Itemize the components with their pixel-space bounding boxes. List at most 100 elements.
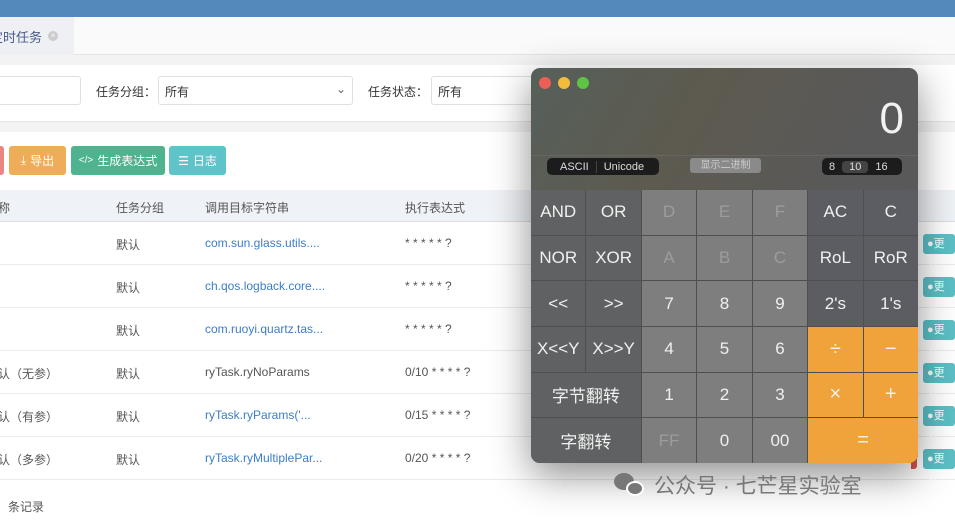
zoom-window-button[interactable] <box>577 77 589 89</box>
key-6[interactable]: C <box>863 190 918 235</box>
watermark: 公众号 · 七芒星实验室 <box>614 470 862 500</box>
close-window-button[interactable] <box>539 77 551 89</box>
unicode-option[interactable]: Unicode <box>595 160 651 173</box>
log-button[interactable]: ☰ 日志 <box>169 146 226 175</box>
th-cron: 执行表达式 <box>405 201 466 215</box>
cell-target[interactable]: ryTask.ryMultiplePar... <box>205 451 322 465</box>
cell-group: 默认 <box>116 281 141 295</box>
more-button[interactable]: ●更多 <box>923 449 955 485</box>
group-label: 任务分组： <box>96 85 157 99</box>
cell-target[interactable]: com.ruoyi.quartz.tas... <box>205 322 323 336</box>
key-1[interactable]: OR <box>586 190 641 235</box>
cell-group: 默认 <box>116 453 141 467</box>
key-17[interactable]: 8 <box>697 281 752 326</box>
key-0[interactable]: AND <box>531 190 586 235</box>
more-button[interactable]: ●更多 <box>923 363 955 399</box>
cell-cron: 0/10 * * * * ? <box>405 365 471 379</box>
cell-target[interactable]: ch.qos.logback.core.... <box>205 279 325 293</box>
status-value: 所有 <box>438 85 463 99</box>
key-26[interactable]: ÷ <box>808 327 863 372</box>
export-label: 导出 <box>30 154 55 168</box>
watermark-text: 公众号 · 七芒星实验室 <box>654 475 862 498</box>
key-13[interactable]: RoR <box>863 235 918 281</box>
cell-group: 默认 <box>116 367 141 381</box>
key-7[interactable]: NOR <box>531 235 586 281</box>
base-toggle: 8 10 16 <box>822 158 902 175</box>
key-30[interactable]: 2 <box>697 372 752 418</box>
key-25[interactable]: 6 <box>752 327 808 372</box>
cell-name: 认（无参） <box>0 367 59 381</box>
cron-label: 生成表达式 <box>97 154 158 168</box>
code-icon: </> <box>78 155 94 166</box>
keypad: AND OR D E F AC C NOR XOR A B C RoL RoR << >> 7 8 9 2's 1's X… <box>531 190 918 463</box>
key-38[interactable]: = <box>808 418 918 463</box>
task-name-input[interactable] <box>0 76 81 105</box>
delete-button[interactable] <box>0 146 4 175</box>
key-5[interactable]: AC <box>808 190 863 235</box>
cell-target[interactable]: ryTask.ryParams('... <box>205 408 311 422</box>
key-9[interactable]: A <box>641 235 697 281</box>
key-28[interactable]: 字节翻转 <box>531 372 641 418</box>
key-24[interactable]: 5 <box>697 327 752 372</box>
key-20[interactable]: 1's <box>863 281 918 326</box>
cell-name: 认（有参） <box>0 410 59 424</box>
key-8[interactable]: XOR <box>586 235 641 281</box>
key-33[interactable]: + <box>863 372 918 418</box>
th-group: 任务分组 <box>116 201 165 215</box>
more-label: 更多 <box>927 453 945 485</box>
tab-scheduled-tasks[interactable]: 定时任务 × <box>0 17 74 55</box>
key-10[interactable]: B <box>697 235 752 281</box>
more-button[interactable]: ●更多 <box>923 234 955 270</box>
cell-group: 默认 <box>116 324 141 338</box>
more-button[interactable]: ●更多 <box>923 277 955 313</box>
key-19[interactable]: 2's <box>808 281 863 326</box>
base-8[interactable]: 8 <box>822 161 842 173</box>
cell-target[interactable]: com.sun.glass.utils.... <box>205 236 320 250</box>
key-31[interactable]: 3 <box>752 372 808 418</box>
cell-cron: 0/20 * * * * ? <box>405 451 471 465</box>
key-3[interactable]: E <box>697 190 752 235</box>
group-select[interactable]: 所有 ⌄ <box>158 76 353 105</box>
calculator-window: 0 ASCII Unicode 显示二进制 8 10 16 AND OR D E F AC C… <box>531 68 918 463</box>
top-bar <box>0 0 955 17</box>
more-button[interactable]: ●更多 <box>923 406 955 442</box>
list-icon: ☰ <box>178 153 189 168</box>
key-32[interactable]: × <box>808 372 863 418</box>
key-22[interactable]: X>>Y <box>586 327 641 372</box>
key-35[interactable]: FF <box>641 418 697 463</box>
key-11[interactable]: C <box>752 235 808 281</box>
key-29[interactable]: 1 <box>641 372 697 418</box>
key-15[interactable]: >> <box>586 281 641 326</box>
more-button[interactable]: ●更多 <box>923 320 955 356</box>
chevron-down-icon: ⌄ <box>335 82 346 96</box>
record-count: 条记录 <box>8 500 45 514</box>
key-37[interactable]: 00 <box>752 418 808 463</box>
base-16[interactable]: 16 <box>868 161 894 173</box>
cell-group: 默认 <box>116 238 141 252</box>
key-23[interactable]: 4 <box>641 327 697 372</box>
show-binary-button[interactable]: 显示二进制 <box>690 158 761 173</box>
generate-cron-button[interactable]: </> 生成表达式 <box>71 146 165 175</box>
ascii-option[interactable]: ASCII <box>547 161 596 173</box>
key-16[interactable]: 7 <box>641 281 697 326</box>
key-18[interactable]: 9 <box>752 281 808 326</box>
wechat-icon <box>614 473 646 497</box>
close-icon[interactable]: × <box>48 31 59 41</box>
status-label: 任务状态： <box>368 85 429 99</box>
minimize-window-button[interactable] <box>558 77 570 89</box>
key-12[interactable]: RoL <box>808 235 863 281</box>
calc-display: 0 <box>879 94 904 143</box>
key-36[interactable]: 0 <box>697 418 752 463</box>
key-27[interactable]: − <box>863 327 918 372</box>
cell-cron: * * * * * ? <box>405 236 452 250</box>
cell-cron: 0/15 * * * * ? <box>405 408 471 422</box>
key-34[interactable]: 字翻转 <box>531 418 641 463</box>
key-2[interactable]: D <box>641 190 697 235</box>
key-4[interactable]: F <box>752 190 808 235</box>
tab-label: 定时任务 <box>0 29 43 45</box>
export-button[interactable]: ⤓ 导出 <box>9 146 66 175</box>
key-14[interactable]: << <box>531 281 586 326</box>
cell-target: ryTask.ryNoParams <box>205 365 310 379</box>
key-21[interactable]: X<<Y <box>531 327 586 372</box>
base-10[interactable]: 10 <box>842 160 869 173</box>
